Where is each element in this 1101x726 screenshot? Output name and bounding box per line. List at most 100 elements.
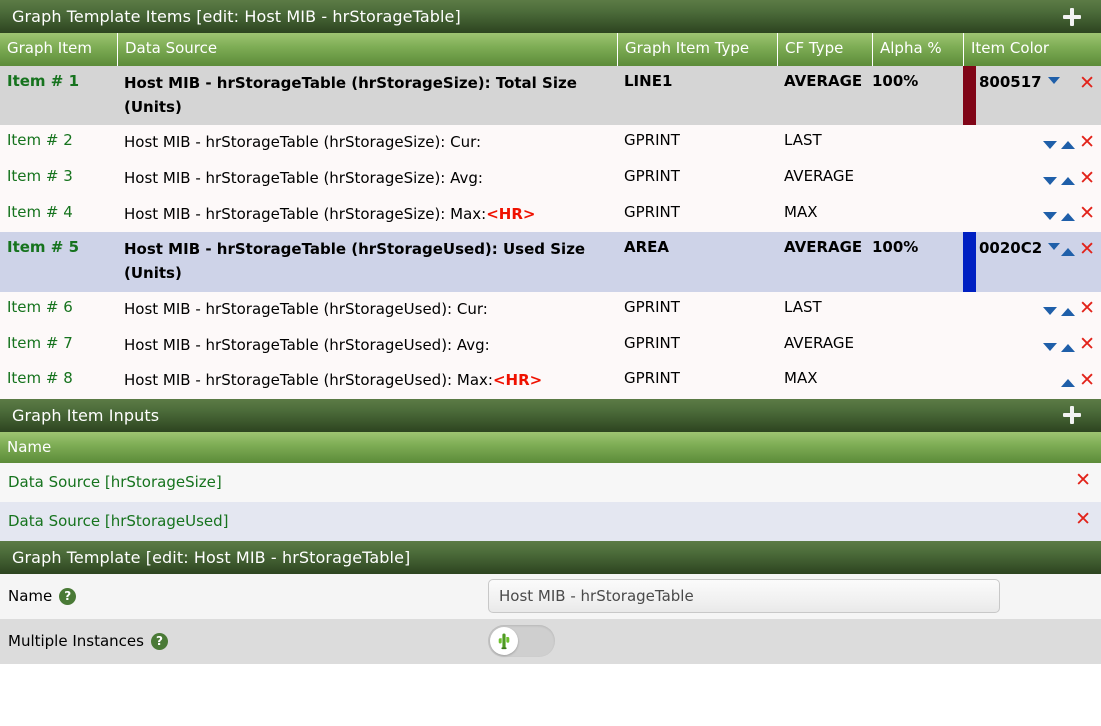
- graph-template-items-header: Graph Template Items [edit: Host MIB - h…: [0, 0, 1101, 33]
- delete-icon[interactable]: ✕: [1079, 336, 1095, 353]
- graph-item-link[interactable]: Item # 1: [7, 72, 79, 90]
- graph-template-items-title: Graph Template Items [edit: Host MIB - h…: [12, 7, 1059, 26]
- graph-item-type-cell: GPRINT: [617, 161, 777, 197]
- alpha-cell: [872, 161, 963, 197]
- graph-item-link[interactable]: Item # 8: [7, 369, 73, 387]
- graph-item-cell: Item # 7: [0, 328, 117, 364]
- graph-item-cell: Item # 2: [0, 125, 117, 161]
- move-up-icon[interactable]: [1061, 141, 1075, 149]
- graph-item-cell: Item # 5: [0, 232, 117, 291]
- label-multiple-instances: Multiple Instances: [8, 632, 144, 650]
- column-header-cf-type[interactable]: CF Type: [777, 33, 872, 66]
- graph-item-type-cell: GPRINT: [617, 328, 777, 364]
- alpha-cell: 100%: [872, 232, 963, 291]
- table-row: Item # 8Host MIB - hrStorageTable (hrSto…: [0, 363, 1101, 399]
- graph-item-cell: Item # 4: [0, 197, 117, 233]
- alpha-cell: [872, 292, 963, 328]
- move-up-icon[interactable]: [1061, 379, 1075, 387]
- cf-type-cell: AVERAGE: [777, 161, 872, 197]
- column-header-graph-item[interactable]: Graph Item: [0, 33, 117, 66]
- graph-template-title: Graph Template [edit: Host MIB - hrStora…: [12, 548, 1091, 567]
- graph-item-input-link[interactable]: Data Source [hrStorageUsed]: [8, 512, 228, 530]
- row-actions: ✕: [1043, 169, 1095, 187]
- toggle-knob: [490, 627, 518, 655]
- delete-icon[interactable]: ✕: [1075, 472, 1091, 489]
- graph-item-link[interactable]: Item # 3: [7, 167, 73, 185]
- cf-type-cell: LAST: [777, 292, 872, 328]
- delete-icon[interactable]: ✕: [1079, 134, 1095, 151]
- move-up-icon[interactable]: [1061, 213, 1075, 221]
- help-icon[interactable]: ?: [59, 588, 76, 605]
- add-graph-item-input-button[interactable]: [1059, 402, 1085, 428]
- label-name-container: Name ?: [8, 587, 488, 605]
- move-up-icon[interactable]: [1061, 177, 1075, 185]
- delete-icon[interactable]: ✕: [1079, 75, 1095, 92]
- delete-icon[interactable]: ✕: [1079, 241, 1095, 258]
- column-header-name[interactable]: Name: [0, 432, 1101, 463]
- move-down-icon[interactable]: [1043, 212, 1057, 220]
- graph-item-link[interactable]: Item # 6: [7, 298, 73, 316]
- form-row-name: Name ?: [0, 574, 1101, 619]
- table-row: Item # 3 Host MIB - hrStorageTable (hrSto…: [0, 161, 1101, 197]
- cf-type-cell: AVERAGE: [777, 66, 872, 125]
- graph-item-type-cell: GPRINT: [617, 292, 777, 328]
- add-graph-item-button[interactable]: [1059, 4, 1085, 30]
- move-up-icon[interactable]: [1061, 248, 1075, 256]
- data-source-text: Host MIB - hrStorageTable (hrStorageSize…: [124, 205, 486, 223]
- move-down-icon[interactable]: [1043, 141, 1057, 149]
- move-down-icon[interactable]: [1043, 343, 1057, 351]
- move-down-icon[interactable]: [1043, 177, 1057, 185]
- graph-item-link[interactable]: Item # 4: [7, 203, 73, 221]
- color-dropdown-icon[interactable]: [1048, 243, 1060, 250]
- graph-item-inputs-title: Graph Item Inputs: [12, 406, 1059, 425]
- graph-item-link[interactable]: Item # 7: [7, 334, 73, 352]
- data-source-cell: Host MIB - hrStorageTable (hrStorageSize…: [117, 66, 617, 125]
- delete-icon[interactable]: ✕: [1079, 372, 1095, 389]
- graph-item-link[interactable]: Item # 2: [7, 131, 73, 149]
- help-icon[interactable]: ?: [151, 633, 168, 650]
- hr-tag: <HR>: [493, 371, 542, 389]
- move-up-icon[interactable]: [1061, 308, 1075, 316]
- alpha-cell: [872, 125, 963, 161]
- column-header-graph-item-type[interactable]: Graph Item Type: [617, 33, 777, 66]
- row-actions: ✕: [1043, 133, 1095, 151]
- cf-type-cell: AVERAGE: [777, 232, 872, 291]
- data-source-cell: Host MIB - hrStorageTable (hrStorageSize…: [117, 125, 617, 161]
- table-row: Item # 7Host MIB - hrStorageTable (hrSto…: [0, 328, 1101, 364]
- graph-item-type-cell: AREA: [617, 232, 777, 291]
- data-source-text: Host MIB - hrStorageTable (hrStorageSize…: [124, 169, 483, 187]
- multiple-instances-toggle[interactable]: [488, 625, 555, 657]
- column-header-item-color[interactable]: Item Color: [963, 33, 1101, 66]
- data-source-cell: Host MIB - hrStorageTable (hrStorageUsed…: [117, 292, 617, 328]
- row-actions: ✕: [1061, 371, 1095, 389]
- row-actions: ✕: [1043, 336, 1095, 354]
- color-swatch: [963, 232, 976, 291]
- delete-icon[interactable]: ✕: [1079, 205, 1095, 222]
- color-swatch: [963, 66, 976, 125]
- graph-item-input-link[interactable]: Data Source [hrStorageSize]: [8, 473, 222, 491]
- cf-type-cell: MAX: [777, 197, 872, 233]
- move-up-icon[interactable]: [1061, 344, 1075, 352]
- graph-item-type-cell: GPRINT: [617, 363, 777, 399]
- column-header-alpha[interactable]: Alpha %: [872, 33, 963, 66]
- delete-icon[interactable]: ✕: [1079, 170, 1095, 187]
- name-input[interactable]: [488, 579, 1000, 613]
- delete-icon[interactable]: ✕: [1079, 300, 1095, 317]
- graph-item-link[interactable]: Item # 5: [7, 238, 79, 256]
- graph-item-cell: Item # 6: [0, 292, 117, 328]
- label-name: Name: [8, 587, 52, 605]
- table-row: Item # 2 Host MIB - hrStorageTable (hrSto…: [0, 125, 1101, 161]
- graph-template-items-column-headers: Graph Item Data Source Graph Item Type C…: [0, 33, 1101, 66]
- graph-item-type-cell: LINE1: [617, 66, 777, 125]
- delete-icon[interactable]: ✕: [1075, 511, 1091, 528]
- data-source-text: Host MIB - hrStorageTable (hrStorageUsed…: [124, 300, 488, 318]
- data-source-cell: Host MIB - hrStorageTable (hrStorageUsed…: [117, 232, 617, 291]
- data-source-text: Host MIB - hrStorageTable (hrStorageSize…: [124, 74, 577, 116]
- graph-item-inputs-column-headers: Name: [0, 432, 1101, 463]
- move-down-icon[interactable]: [1043, 307, 1057, 315]
- row-actions: ✕: [1043, 205, 1095, 223]
- list-item: Data Source [hrStorageSize] ✕: [0, 463, 1101, 502]
- column-header-data-source[interactable]: Data Source: [117, 33, 617, 66]
- graph-item-inputs-header: Graph Item Inputs: [0, 399, 1101, 432]
- color-dropdown-icon[interactable]: [1048, 77, 1060, 84]
